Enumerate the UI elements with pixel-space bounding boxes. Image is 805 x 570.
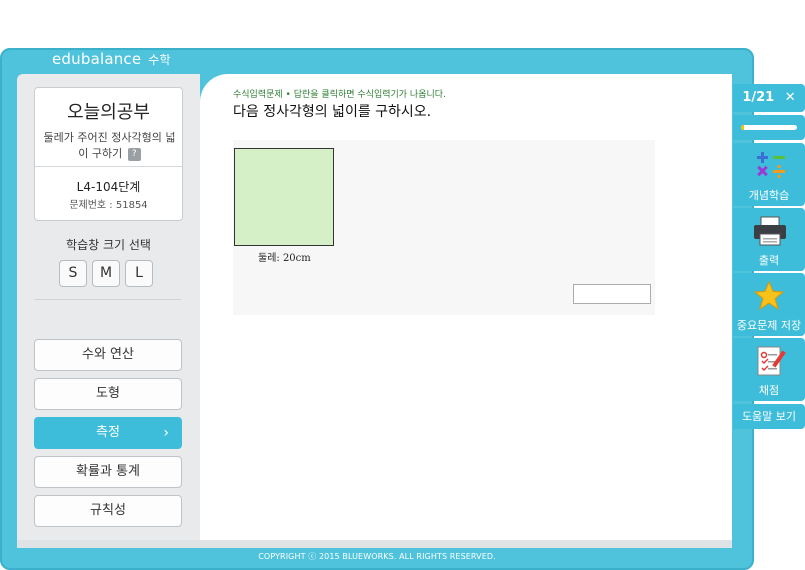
level-text: L4-104단계 (76, 180, 141, 194)
brand-name: edubalance (52, 50, 142, 68)
menu-geometry[interactable]: 도형 (34, 378, 182, 410)
sidebar-divider (34, 299, 181, 300)
progress-fill (741, 125, 744, 130)
close-icon[interactable]: ✕ (785, 90, 796, 105)
today-study-card: 오늘의공부 둘레가 주어진 정사각형의 넓이 구하기 ? L4-104단계 문제… (34, 87, 183, 221)
page-indicator: 1/21 ✕ (733, 84, 805, 112)
grading-sheet-icon (757, 346, 786, 376)
brand-logo: edubalance 수학 (52, 50, 171, 72)
concept-learning-label: 개념학습 (748, 189, 790, 202)
math-operators-icon (757, 152, 785, 179)
progress-track (741, 125, 797, 130)
printer-icon (754, 216, 786, 246)
card-divider (35, 166, 182, 167)
print-label: 출력 (758, 254, 780, 267)
size-s-button[interactable]: S (59, 260, 87, 287)
menu-patterns[interactable]: 규칙성 (34, 495, 182, 527)
menu-measurement-label: 측정 (96, 425, 120, 440)
copyright: COPYRIGHT ⓒ 2015 BLUEWORKS. ALL RIGHTS R… (258, 552, 496, 561)
today-description: 둘레가 주어진 정사각형의 넓이 구하기 ? (41, 130, 178, 162)
today-description-text: 둘레가 주어진 정사각형의 넓이 구하기 (43, 131, 176, 160)
square-figure (234, 148, 334, 246)
help-button[interactable]: 도움말 보기 (733, 404, 805, 429)
progress-panel (733, 115, 805, 140)
star-icon (754, 281, 784, 311)
answer-input[interactable] (573, 284, 651, 304)
footer-bar (17, 540, 732, 548)
size-l-button[interactable]: L (125, 260, 153, 287)
question-text: 다음 정사각형의 넓이를 구하시오. (233, 104, 432, 120)
menu-measurement[interactable]: 측정 › (34, 417, 182, 449)
menu-number-operations[interactable]: 수와 연산 (34, 339, 182, 371)
concept-learning-button[interactable]: 개념학습 (733, 143, 805, 206)
size-m-button[interactable]: M (92, 260, 120, 287)
today-title: 오늘의공부 (67, 102, 150, 123)
instruction-text: 수식입력문제 • 답란을 클릭하면 수식입력기가 나옵니다. (233, 90, 446, 100)
brand-subject: 수학 (148, 53, 171, 67)
help-icon[interactable]: ? (127, 147, 141, 161)
grade-button[interactable]: 채점 (733, 338, 805, 401)
page-counter: 1/21 (742, 90, 775, 105)
chevron-right-icon: › (163, 425, 169, 441)
save-important-button[interactable]: 중요문제 저장 (733, 273, 805, 336)
grade-label: 채점 (758, 384, 780, 397)
question-number: 문제번호 : 51854 (69, 200, 148, 211)
window-size-label: 학습창 크기 선택 (66, 238, 151, 252)
print-button[interactable]: 출력 (733, 208, 805, 271)
save-important-label: 중요문제 저장 (736, 319, 802, 332)
menu-probability-statistics[interactable]: 확률과 통계 (34, 456, 182, 488)
square-perimeter-label: 둘레: 20cm (258, 253, 311, 264)
